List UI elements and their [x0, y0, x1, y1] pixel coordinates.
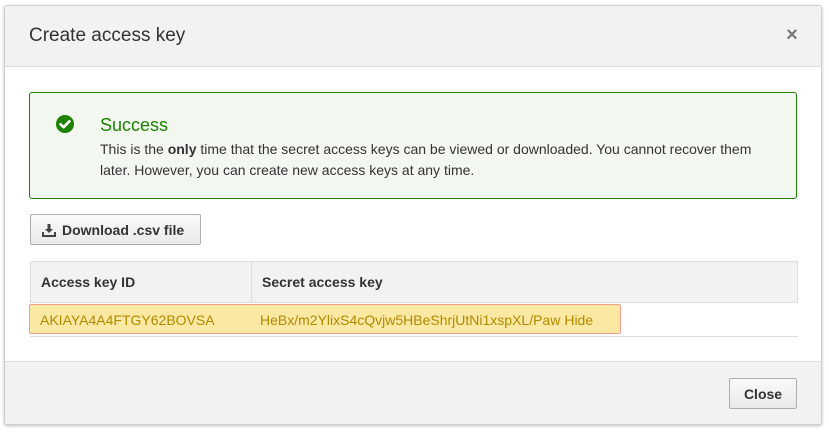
alert-message-end: time that the secret access keys can be … [100, 141, 752, 178]
access-keys-table: Access key ID Secret access key AKIAYA4A… [29, 261, 798, 337]
table-row: AKIAYA4A4FTGY62BOVSA HeBx/m2YlixS4cQvjw5… [29, 303, 798, 337]
dialog-footer [5, 361, 821, 424]
alert-title: Success [100, 115, 169, 135]
alert-message-start: This is the [100, 141, 168, 157]
table-header: Access key ID Secret access key [30, 261, 798, 303]
column-header-secret-access-key: Secret access key [262, 274, 383, 290]
alert-message: This is the only time that the secret ac… [100, 139, 770, 181]
dialog-header: Create access key × [5, 6, 821, 67]
hide-secret-link[interactable]: Hide [564, 312, 593, 328]
close-icon[interactable]: × [785, 25, 799, 45]
check-circle-icon [56, 115, 74, 133]
alert-message-emphasis: only [167, 141, 197, 157]
create-access-key-dialog: Create access key × Success This is the … [4, 5, 822, 425]
secret-access-key-cell: HeBx/m2YlixS4cQvjw5HBeShrjUtNi1xspXL/Paw… [251, 303, 593, 336]
dialog-title: Create access key [29, 25, 186, 46]
secret-access-key-value: HeBx/m2YlixS4cQvjw5HBeShrjUtNi1xspXL/Paw [260, 311, 561, 328]
success-alert: Success This is the only time that the s… [29, 92, 797, 199]
column-header-access-key-id: Access key ID [31, 262, 252, 302]
download-icon [42, 223, 56, 237]
close-button[interactable]: Close [729, 378, 797, 409]
download-csv-button[interactable]: Download .csv file [30, 214, 201, 245]
access-key-id-value: AKIAYA4A4FTGY62BOVSA [40, 311, 215, 328]
download-csv-label: Download .csv file [62, 221, 185, 238]
